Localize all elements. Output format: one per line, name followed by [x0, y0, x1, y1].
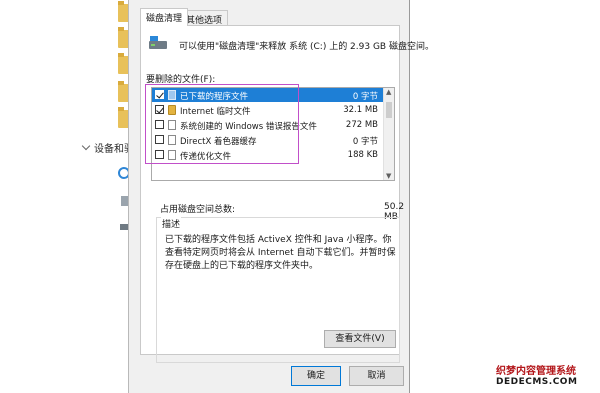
- tab-panel: 可以使用"磁盘清理"来释放 系统 (C:) 上的 2.93 GB 磁盘空间。 要…: [140, 25, 434, 363]
- watermark-domain: DEDECMS.COM: [496, 377, 578, 387]
- hard-drive-icon: [149, 36, 167, 50]
- space-gain-label: 占用磁盘空间总数:: [160, 205, 236, 215]
- watermark-logo: 织梦内容管理系统 DEDECMS.COM: [496, 362, 598, 387]
- cancel-button[interactable]: 取消: [349, 366, 404, 386]
- description-title: 描述: [161, 217, 182, 230]
- file-size: 0 字节: [352, 92, 378, 102]
- view-files-button[interactable]: 查看文件(V): [324, 330, 396, 348]
- watermark-title: 织梦内容管理系统: [496, 366, 576, 377]
- scroll-up-icon[interactable]: ▲: [386, 88, 391, 96]
- tab-disk-cleanup[interactable]: 磁盘清理: [140, 8, 189, 26]
- annotation-highlight-box: [145, 84, 299, 164]
- list-scrollbar[interactable]: ▲ ▼: [383, 88, 394, 180]
- description-group: 描述 已下载的程序文件包括 ActiveX 控件和 Java 小程序。你查看特定…: [156, 217, 400, 363]
- intro-text: 可以使用"磁盘清理"来释放 系统 (C:) 上的 2.93 GB 磁盘空间。: [179, 42, 434, 52]
- file-size: 272 MB: [345, 120, 378, 130]
- scroll-down-icon[interactable]: ▼: [386, 172, 391, 180]
- description-text: 已下载的程序文件包括 ActiveX 控件和 Java 小程序。你查看特定网页时…: [165, 235, 396, 271]
- tab-strip: 磁盘清理 其他选项: [129, 8, 409, 26]
- ok-button[interactable]: 确定: [291, 366, 341, 386]
- file-size: 0 字节: [352, 137, 378, 147]
- file-size: 32.1 MB: [343, 105, 378, 115]
- disk-cleanup-dialog: 磁盘清理 其他选项 可以使用"磁盘清理"来释放 系统 (C:) 上的 2.93 …: [128, 0, 434, 393]
- file-size: 188 KB: [347, 150, 378, 160]
- chevron-down-icon[interactable]: [81, 141, 91, 151]
- explorer-background: 设备和驱: [0, 0, 134, 393]
- scrollbar-thumb[interactable]: [386, 102, 392, 118]
